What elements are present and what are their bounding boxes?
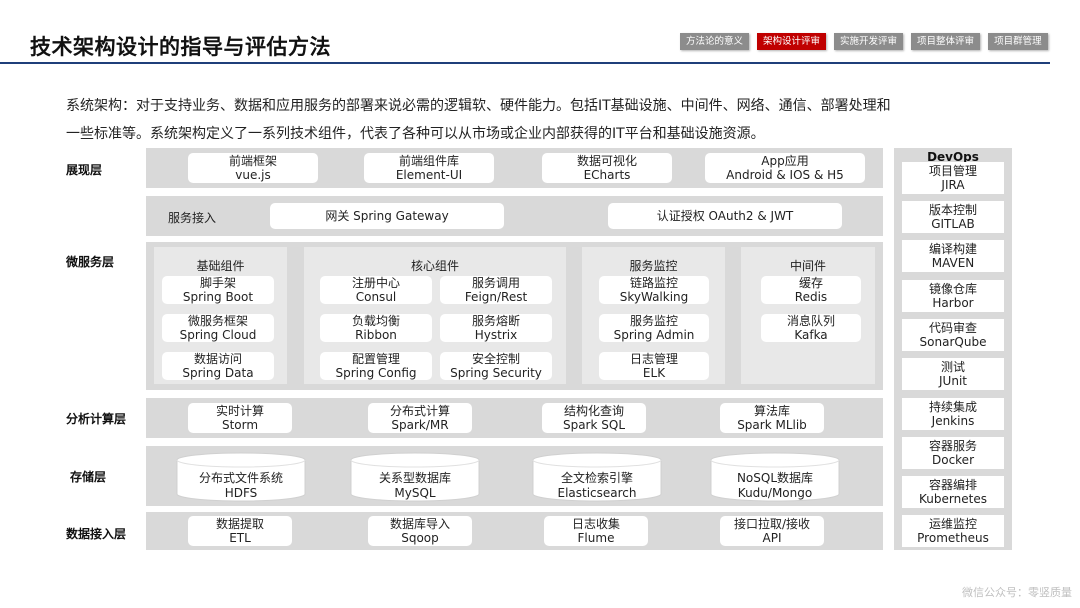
- microservice-band: 基础组件 脚手架 Spring Boot 微服务框架 Spring Cloud 数据…: [146, 242, 883, 390]
- gateway-item: 网关 Spring Gateway: [270, 203, 504, 229]
- component-item: 脚手架 Spring Boot: [162, 276, 274, 304]
- group-basic-components: 基础组件 脚手架 Spring Boot 微服务框架 Spring Cloud 数据…: [154, 247, 287, 384]
- devops-item: 项目管理 JIRA: [902, 162, 1004, 194]
- group-core-components: 核心组件 注册中心 Consul 服务调用 Feign/Rest 负载均衡 Ribbo…: [304, 247, 566, 384]
- component-item: 安全控制 Spring Security: [440, 352, 552, 380]
- devops-item: 持续集成 Jenkins: [902, 398, 1004, 430]
- component-item: 数据访问 Spring Data: [162, 352, 274, 380]
- group-middleware: 中间件 缓存 Redis 消息队列 Kafka: [741, 247, 875, 384]
- intro-line-2: 一些标准等。系统架构定义了一系列技术组件，代表了各种可以从市场或企业内部获得的I…: [66, 126, 765, 142]
- tab-architecture-review[interactable]: 架构设计评审: [757, 33, 827, 50]
- storage-item: NoSQL数据库 Kudu/Mongo: [710, 452, 840, 502]
- devops-panel: DevOps 项目管理 JIRA 版本控制 GITLAB 编译构建 MAVEN 镜像仓…: [894, 148, 1012, 550]
- ingestion-band: 数据提取 ETL 数据库导入 Sqoop 日志收集 Flume 接口拉取/接收 API: [146, 512, 883, 550]
- component-item: 服务熔断 Hystrix: [440, 314, 552, 342]
- ingestion-item: 数据提取 ETL: [188, 516, 292, 546]
- tab-methodology[interactable]: 方法论的意义: [680, 33, 750, 50]
- devops-item: 编译构建 MAVEN: [902, 240, 1004, 272]
- group-caption: 中间件: [789, 259, 826, 273]
- page-title: 技术架构设计的指导与评估方法: [30, 35, 331, 59]
- analytics-item: 结构化查询 Spark SQL: [542, 403, 646, 433]
- devops-item: 运维监控 Prometheus: [902, 515, 1004, 547]
- ingestion-item: 日志收集 Flume: [544, 516, 648, 546]
- presentation-item: 前端框架 vue.js: [188, 153, 318, 183]
- component-item: 消息队列 Kafka: [761, 314, 861, 342]
- devops-item: 镜像仓库 Harbor: [902, 280, 1004, 312]
- component-item: 链路监控 SkyWalking: [599, 276, 709, 304]
- group-caption: 核心组件: [410, 259, 459, 273]
- watermark: 微信公众号：零竖质量: [962, 586, 1072, 599]
- tab-implementation-review[interactable]: 实施开发评审: [834, 33, 904, 50]
- analytics-band: 实时计算 Storm 分布式计算 Spark/MR 结构化查询 Spark SQL 算…: [146, 398, 883, 438]
- ingestion-item: 数据库导入 Sqoop: [368, 516, 472, 546]
- devops-item: 版本控制 GITLAB: [902, 201, 1004, 233]
- intro-line-1: 系统架构：对于支持业务、数据和应用服务的部署来说必需的逻辑软、硬件能力。包括IT…: [66, 98, 891, 114]
- nav-tabs: 方法论的意义 架构设计评审 实施开发评审 项目整体评审 项目群管理: [680, 33, 1048, 50]
- component-item: 日志管理 ELK: [599, 352, 709, 380]
- layer-label-storage: 存储层: [70, 470, 107, 484]
- storage-item: 分布式文件系统 HDFS: [176, 452, 306, 502]
- group-service-monitoring: 服务监控 链路监控 SkyWalking 服务监控 Spring Admin 日志管…: [582, 247, 725, 384]
- group-caption: 服务监控: [629, 259, 678, 273]
- gateway-label: 服务接入: [168, 211, 217, 225]
- devops-item: 代码审查 SonarQube: [902, 319, 1004, 351]
- layer-label-microservice: 微服务层: [66, 255, 115, 269]
- title-divider: [0, 62, 1050, 64]
- component-item: 服务监控 Spring Admin: [599, 314, 709, 342]
- analytics-item: 分布式计算 Spark/MR: [368, 403, 472, 433]
- storage-band: 分布式文件系统 HDFS 关系型数据库 MySQL 全文检索引擎 Elasticsea…: [146, 446, 883, 506]
- ingestion-item: 接口拉取/接收 API: [720, 516, 824, 546]
- devops-item: 容器编排 Kubernetes: [902, 476, 1004, 508]
- tab-program-management[interactable]: 项目群管理: [988, 33, 1048, 50]
- presentation-item: 前端组件库 Element-UI: [364, 153, 494, 183]
- intro-text: 系统架构：对于支持业务、数据和应用服务的部署来说必需的逻辑软、硬件能力。包括IT…: [66, 92, 1026, 148]
- layer-label-analytics: 分析计算层: [66, 412, 127, 426]
- gateway-band: 服务接入 网关 Spring Gateway 认证授权 OAuth2 & JWT: [146, 196, 883, 236]
- presentation-item: App应用 Android & IOS & H5: [705, 153, 865, 183]
- component-item: 缓存 Redis: [761, 276, 861, 304]
- component-item: 注册中心 Consul: [320, 276, 432, 304]
- component-item: 服务调用 Feign/Rest: [440, 276, 552, 304]
- storage-item: 关系型数据库 MySQL: [350, 452, 480, 502]
- devops-item: 测试 JUnit: [902, 358, 1004, 390]
- presentation-item: 数据可视化 ECharts: [542, 153, 672, 183]
- tab-project-review[interactable]: 项目整体评审: [911, 33, 981, 50]
- gateway-item: 认证授权 OAuth2 & JWT: [608, 203, 842, 229]
- group-caption: 基础组件: [196, 259, 245, 273]
- component-item: 负载均衡 Ribbon: [320, 314, 432, 342]
- component-item: 微服务框架 Spring Cloud: [162, 314, 274, 342]
- component-item: 配置管理 Spring Config: [320, 352, 432, 380]
- presentation-band: 前端框架 vue.js 前端组件库 Element-UI 数据可视化 ECharts …: [146, 148, 883, 188]
- layer-label-ingestion: 数据接入层: [66, 527, 127, 541]
- devops-item: 容器服务 Docker: [902, 437, 1004, 469]
- storage-item: 全文检索引擎 Elasticsearch: [532, 452, 662, 502]
- layer-label-presentation: 展现层: [66, 163, 103, 177]
- analytics-item: 算法库 Spark MLlib: [720, 403, 824, 433]
- analytics-item: 实时计算 Storm: [188, 403, 292, 433]
